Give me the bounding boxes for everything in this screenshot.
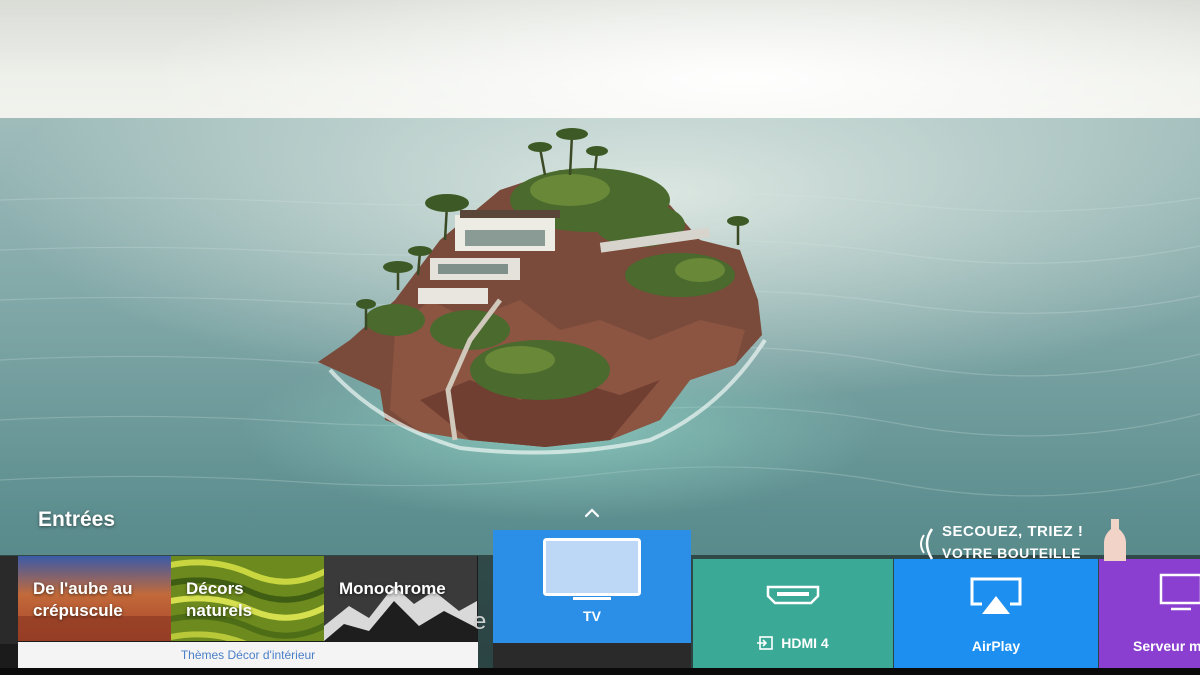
ambient-tile-label: Décors naturels	[186, 578, 318, 622]
ambient-tile-natural-decor[interactable]: Décors naturels	[171, 556, 324, 641]
label-line-2: naturels	[186, 601, 253, 620]
ambient-tile-monochrome[interactable]: Monochrome	[324, 556, 477, 641]
source-tile-label: HDMI 4	[781, 635, 829, 651]
promo-line-2: VOTRE BOUTEILLE	[942, 545, 1081, 561]
label-line-1: Monochrome	[339, 579, 446, 598]
label-line-2: crépuscule	[33, 601, 123, 620]
media-server-icon	[1159, 573, 1200, 611]
airplay-icon	[970, 577, 1022, 614]
hidden-tile-peek-text: e	[473, 608, 487, 635]
chevron-up-icon[interactable]	[582, 506, 602, 520]
label-line-1: De l'aube au	[33, 579, 133, 598]
ambient-tile-label: Monochrome	[339, 578, 471, 600]
tv-icon	[543, 538, 641, 600]
source-tile-airplay[interactable]: AirPlay	[894, 559, 1098, 668]
label-line-1: Décors	[186, 579, 244, 598]
source-tile-label: Serveur m	[1133, 638, 1200, 654]
section-title: Entrées	[38, 508, 116, 531]
promo-line-1: SECOUEZ, TRIEZ !	[942, 523, 1084, 540]
shake-marks-icon	[920, 528, 934, 560]
ambient-tile-label: De l'aube au crépuscule	[33, 578, 165, 622]
source-tile-label: TV	[583, 608, 601, 624]
source-tile-media-server[interactable]: Serveur m	[1099, 559, 1200, 668]
tv-tile-shadow	[493, 643, 691, 668]
ambient-group-edge	[0, 556, 18, 644]
promo-banner[interactable]: SECOUEZ, TRIEZ ! VOTRE BOUTEILLE	[918, 519, 1158, 561]
ambient-group-subtitle: Thèmes Décor d'intérieur	[18, 642, 478, 668]
source-tile-label: AirPlay	[971, 638, 1021, 654]
source-tile-tv[interactable]: TV	[493, 530, 691, 643]
hdmi-icon	[766, 585, 820, 605]
input-source-icon	[757, 636, 774, 650]
bottle-icon	[1104, 519, 1126, 561]
ambient-tile-dawn-to-dusk[interactable]: De l'aube au crépuscule	[18, 556, 171, 641]
source-tile-hdmi4[interactable]: HDMI 4	[693, 559, 893, 668]
